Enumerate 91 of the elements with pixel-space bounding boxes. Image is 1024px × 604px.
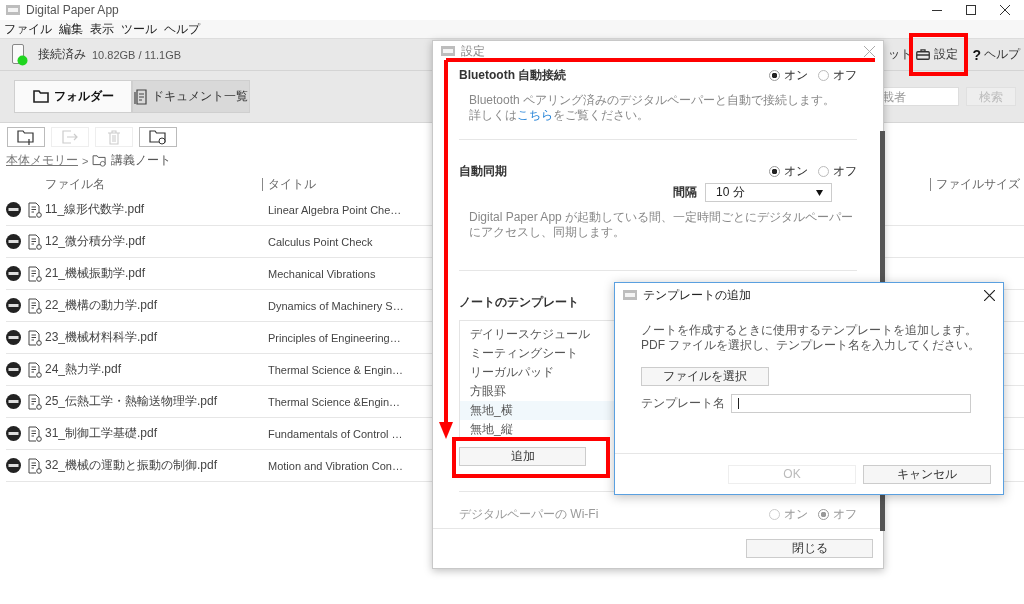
- breadcrumb-folder: 講義ノート: [111, 152, 172, 169]
- radio-option[interactable]: オン: [769, 162, 808, 180]
- app-icon: [623, 290, 637, 300]
- table-cell-text: Motion and Vibration Con…: [267, 459, 403, 472]
- table-cell-text: Linear Algebra Point Che…: [267, 203, 402, 216]
- table-cell-text: Dynamics of Machinery S…: [267, 299, 404, 312]
- interval-select[interactable]: 10 分: [705, 183, 832, 202]
- file-icon: [28, 329, 42, 346]
- annotation-box: [909, 33, 968, 76]
- close-icon[interactable]: [984, 289, 995, 301]
- trash-icon: [108, 129, 120, 145]
- section-heading: Bluetooth 自動接続: [459, 66, 567, 84]
- table-cell: 25_伝熱工学・熱輸送物理学.pdf: [45, 393, 218, 410]
- file-icon: [28, 201, 42, 218]
- table-cell-text: Mechanical Vibrations: [267, 267, 376, 280]
- breadcrumb-separator: >: [82, 154, 89, 167]
- breadcrumb-link[interactable]: 本体メモリー: [6, 152, 78, 169]
- choose-file-button[interactable]: ファイルを選択: [641, 367, 769, 386]
- file-icon: [28, 393, 42, 410]
- table-cell-text: Principles of Engineering…: [267, 331, 401, 344]
- export-icon: [62, 130, 78, 144]
- table-cell-text: Thermal Science &Engin…: [267, 395, 401, 408]
- menu-item[interactable]: 表示: [90, 20, 114, 38]
- folder-sync-icon: [92, 154, 108, 167]
- close-button[interactable]: 閉じる: [746, 539, 873, 558]
- close-icon[interactable]: [1000, 5, 1010, 15]
- app-icon: [6, 5, 20, 15]
- window-title: Digital Paper App: [26, 3, 119, 17]
- file-icon: [28, 457, 42, 474]
- sync-folder-button[interactable]: [139, 127, 177, 147]
- maximize-icon[interactable]: [966, 5, 976, 15]
- view-tab[interactable]: ドキュメント一覧: [132, 80, 250, 113]
- table-cell: 31_制御工学基礎.pdf: [45, 425, 158, 442]
- connection-status: 接続済み: [38, 46, 86, 63]
- section-heading: ノートのテンプレート: [459, 293, 579, 311]
- table-cell: 11_線形代数学.pdf: [45, 201, 145, 218]
- radio-button[interactable]: [818, 508, 829, 520]
- folder-icon: [32, 90, 49, 103]
- radio-button[interactable]: [769, 69, 780, 81]
- radio-button[interactable]: [818, 165, 829, 177]
- table-cell: 23_機械材料科学.pdf: [45, 329, 158, 346]
- briefcase-icon: [916, 49, 931, 60]
- folder-sync-icon: [149, 129, 167, 145]
- help-button[interactable]: ? ヘルプ: [970, 46, 1022, 63]
- section-description: Bluetooth ペアリング済みのデジタルペーパーと自動で接続します。 詳しくはこちら をご覧ください。: [469, 93, 837, 123]
- table-cell: 22_機構の動力学.pdf: [45, 297, 158, 314]
- dialog-title: 設定: [461, 42, 485, 60]
- table-cell-text: Calculus Point Check: [267, 235, 373, 248]
- interval-label: 間隔: [673, 184, 697, 201]
- menu-item[interactable]: 編集: [59, 20, 83, 38]
- radio-button[interactable]: [818, 69, 829, 81]
- file-icon: [28, 361, 42, 378]
- table-cell-text: Thermal Science & Engin…: [267, 363, 404, 376]
- dialog-title: テンプレートの追加: [643, 286, 751, 304]
- caret-icon: [816, 189, 823, 196]
- document-icon: [134, 88, 147, 105]
- table-cell: 32_機械の運動と振動の制御.pdf: [45, 457, 218, 474]
- storage-usage: 10.82GB / 11.1GB: [92, 48, 182, 61]
- file-icon: [28, 297, 42, 314]
- column-header[interactable]: ファイルサイズ: [930, 177, 1024, 191]
- column-header[interactable]: ファイル名: [0, 175, 262, 193]
- add-button[interactable]: 追加: [459, 447, 586, 466]
- file-icon: [28, 425, 42, 442]
- new-folder-icon: [17, 129, 35, 145]
- radio-option[interactable]: オフ: [818, 66, 857, 84]
- cancel-button[interactable]: キャンセル: [863, 464, 991, 484]
- field-label: テンプレート名: [641, 395, 725, 412]
- details-link[interactable]: こちら: [517, 108, 553, 122]
- menu-item[interactable]: ヘルプ: [164, 20, 200, 38]
- new-folder-button[interactable]: [7, 127, 45, 147]
- dialog-message: ノートを作成するときに使用するテンプレートを追加します。PDF ファイルを選択し、テンプレート名を入力してください。: [641, 323, 982, 353]
- menu-item[interactable]: ツール: [121, 20, 157, 38]
- section-heading: デジタルペーパーの Wi-Fi: [459, 505, 599, 523]
- table-cell: 24_熱力学.pdf: [45, 361, 122, 378]
- file-icon: [28, 265, 42, 282]
- radio-button[interactable]: [769, 508, 780, 520]
- section-heading: 自動同期: [459, 162, 507, 180]
- radio-button[interactable]: [769, 165, 780, 177]
- header-button[interactable]: ット: [888, 46, 913, 63]
- radio-option[interactable]: オン: [769, 66, 808, 84]
- section-description: Digital Paper App が起動している間、一定時間ごとにデジタルペーパーにアクセスし、同期します。: [469, 210, 855, 240]
- input-field[interactable]: [731, 394, 971, 413]
- view-tab[interactable]: フォルダー: [14, 80, 132, 113]
- table-cell: 12_微分積分学.pdf: [45, 233, 146, 250]
- menu-item[interactable]: ファイル: [4, 20, 52, 38]
- app-icon: [441, 46, 455, 56]
- radio-option[interactable]: オフ: [818, 162, 857, 180]
- file-icon: [28, 233, 42, 250]
- table-cell-text: Fundamentals of Control …: [267, 427, 403, 440]
- table-cell: 21_機械振動学.pdf: [45, 265, 146, 282]
- settings-button[interactable]: 設定: [914, 44, 961, 65]
